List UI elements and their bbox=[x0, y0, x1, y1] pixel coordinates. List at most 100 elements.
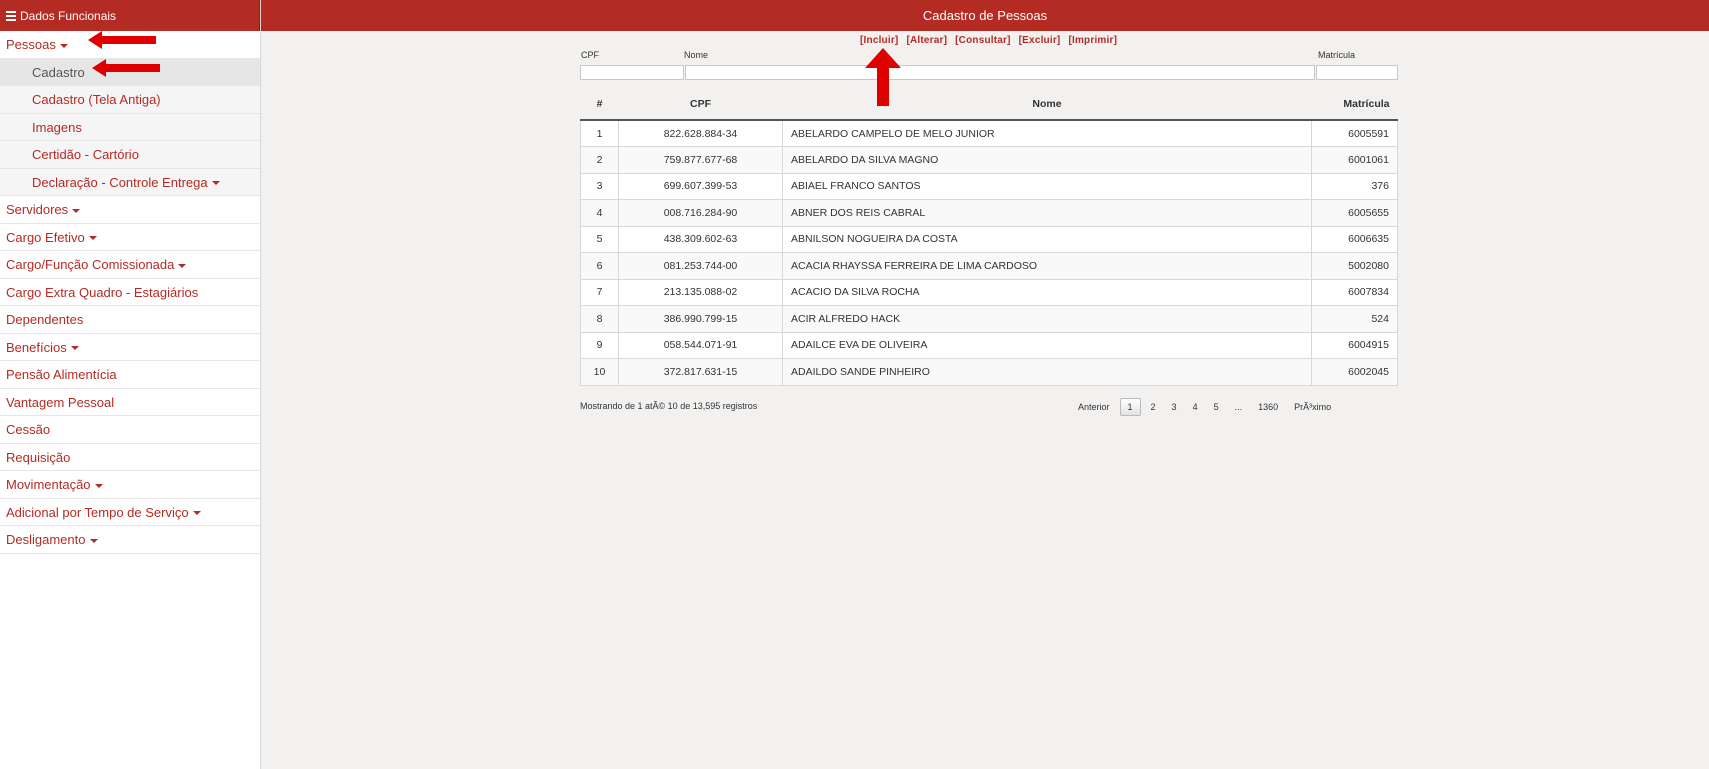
cell-num: 9 bbox=[580, 331, 619, 359]
cpf-filter-input[interactable] bbox=[580, 65, 684, 80]
cell-num: 2 bbox=[580, 146, 619, 174]
sidebar-item-11[interactable]: Benefícios bbox=[0, 334, 260, 361]
table-row[interactable]: 4 008.716.284-90 ABNER DOS REIS CABRAL 6005… bbox=[580, 199, 1398, 227]
page-ellipsis: ... bbox=[1234, 402, 1243, 412]
page-link[interactable]: 3 bbox=[1164, 402, 1185, 412]
cell-matricula: 6004915 bbox=[1311, 331, 1398, 359]
sidebar-item-label: Desligamento bbox=[6, 532, 86, 547]
cell-cpf: 008.716.284-90 bbox=[618, 199, 783, 227]
sidebar-item-16[interactable]: Movimentação bbox=[0, 471, 260, 499]
sidebar-item-label: Cadastro (Tela Antiga) bbox=[32, 92, 161, 107]
sidebar-item-6[interactable]: Servidores bbox=[0, 196, 260, 224]
sidebar-item-label: Cargo Extra Quadro - Estagiários bbox=[6, 284, 199, 300]
cell-num: 3 bbox=[580, 172, 619, 200]
nome-filter-input[interactable] bbox=[685, 65, 1315, 80]
cell-cpf: 438.309.602-63 bbox=[618, 225, 783, 253]
sidebar-header[interactable]: Dados Funcionais bbox=[0, 0, 260, 31]
sidebar-item-12[interactable]: Pensão Alimentícia bbox=[0, 361, 260, 389]
sidebar-item-8[interactable]: Cargo/Função Comissionada bbox=[0, 251, 260, 279]
cell-num: 10 bbox=[580, 358, 619, 386]
cell-nome: ACACIO DA SILVA ROCHA bbox=[782, 278, 1312, 306]
sidebar-item-label: Pensão Alimentícia bbox=[6, 367, 117, 382]
cell-cpf: 822.628.884-34 bbox=[618, 119, 783, 147]
sidebar-item-7[interactable]: Cargo Efetivo bbox=[0, 224, 260, 251]
caret-down-icon bbox=[192, 511, 201, 516]
cell-cpf: 386.990.799-15 bbox=[618, 305, 783, 333]
sidebar-item-14[interactable]: Cessão bbox=[0, 416, 260, 444]
table-row[interactable]: 8 386.990.799-15 ACIR ALFREDO HACK 524 bbox=[580, 305, 1398, 333]
alter-link[interactable]: [Alterar] bbox=[906, 35, 947, 46]
cell-cpf: 372.817.631-15 bbox=[618, 358, 783, 386]
sidebar-item-label: Servidores bbox=[6, 202, 69, 217]
pagination: Anterior 1 2 3 4 5... 1360 PrÃ³ximo bbox=[1070, 397, 1339, 417]
cell-matricula: 524 bbox=[1311, 305, 1398, 333]
cell-matricula: 376 bbox=[1311, 172, 1398, 200]
sidebar-item-18[interactable]: Desligamento bbox=[0, 526, 260, 554]
sidebar-item-5[interactable]: Declaração - Controle Entrega bbox=[0, 168, 260, 196]
matricula-filter-label: Matrícula bbox=[1318, 50, 1356, 60]
sidebar-item-10[interactable]: Dependentes bbox=[0, 306, 260, 334]
cell-matricula: 5002080 bbox=[1311, 252, 1398, 280]
sidebar-item-label: Imagens bbox=[32, 119, 82, 135]
table-row[interactable]: 1 822.628.884-34 ABELARDO CAMPELO DE MELO … bbox=[580, 119, 1398, 147]
table-row[interactable]: 3 699.607.399-53 ABIAEL FRANCO SANTOS 376 bbox=[580, 172, 1398, 200]
next-page-link[interactable]: PrÃ³ximo bbox=[1286, 402, 1339, 412]
cell-cpf: 058.544.071-91 bbox=[618, 331, 783, 359]
sidebar-menu: Pessoas Cadastro Cadastro (Tela Antiga) Ima… bbox=[0, 31, 260, 554]
col-header-cpf[interactable]: CPF bbox=[618, 89, 783, 121]
sidebar-item-label: Dependentes bbox=[6, 312, 84, 327]
page-link[interactable]: 1 bbox=[1119, 398, 1141, 416]
sidebar-item-2[interactable]: Cadastro (Tela Antiga) bbox=[0, 86, 260, 114]
cell-num: 7 bbox=[580, 278, 619, 306]
col-header-matricula[interactable]: Matrícula bbox=[1311, 89, 1398, 121]
caret-down-icon bbox=[89, 538, 98, 543]
cell-nome: ABIAEL FRANCO SANTOS bbox=[782, 172, 1312, 200]
print-link[interactable]: [Imprimir] bbox=[1068, 35, 1117, 46]
sidebar-item-17[interactable]: Adicional por Tempo de Serviço bbox=[0, 499, 260, 526]
sidebar-item-4[interactable]: Certidão - Cartório bbox=[0, 141, 260, 169]
cell-cpf: 699.607.399-53 bbox=[618, 172, 783, 200]
sidebar-item-label: Certidão - Cartório bbox=[32, 147, 139, 162]
cell-matricula: 6001061 bbox=[1311, 146, 1398, 174]
table-row[interactable]: 2 759.877.677-68 ABELARDO DA SILVA MAGNO 60… bbox=[580, 146, 1398, 174]
prev-page-link[interactable]: Anterior bbox=[1070, 402, 1118, 412]
sidebar-item-label: Cessão bbox=[6, 422, 51, 437]
cell-matricula: 6006635 bbox=[1311, 225, 1398, 253]
matricula-filter-input[interactable] bbox=[1316, 65, 1398, 80]
sidebar: Dados Funcionais Pessoas Cadastro Cadastro… bbox=[0, 0, 261, 769]
col-header-nome[interactable]: Nome bbox=[782, 89, 1312, 121]
page-link[interactable]: 1360 bbox=[1250, 402, 1286, 412]
table-row[interactable]: 10 372.817.631-15 ADAILDO SANDE PINHEIRO 60… bbox=[580, 358, 1398, 386]
cell-num: 4 bbox=[580, 199, 619, 227]
sidebar-item-15[interactable]: Requisição bbox=[0, 444, 260, 471]
cell-matricula: 6005591 bbox=[1311, 119, 1398, 147]
table-row[interactable]: 7 213.135.088-02 ACACIO DA SILVA ROCHA 6007… bbox=[580, 278, 1398, 306]
delete-link[interactable]: [Excluir] bbox=[1019, 35, 1061, 46]
table-row[interactable]: 6 081.253.744-00 ACACIA RHAYSSA FERREIRA D… bbox=[580, 252, 1398, 280]
page-links: 1 2 3 4 5... 1360 bbox=[1118, 398, 1287, 416]
page-link[interactable]: 5 bbox=[1206, 402, 1227, 412]
sidebar-item-label: Adicional por Tempo de Serviço bbox=[6, 504, 189, 520]
sidebar-item-label: Requisição bbox=[6, 449, 71, 465]
include-link[interactable]: [Incluir] bbox=[860, 35, 898, 46]
table-body: 1 822.628.884-34 ABELARDO CAMPELO DE MELO … bbox=[580, 119, 1398, 386]
table-row[interactable]: 9 058.544.071-91 ADAILCE EVA DE OLIVEIRA 60… bbox=[580, 331, 1398, 359]
page-link[interactable]: 4 bbox=[1185, 402, 1206, 412]
sidebar-item-9[interactable]: Cargo Extra Quadro - Estagiários bbox=[0, 279, 260, 306]
caret-down-icon bbox=[94, 483, 103, 488]
table-row[interactable]: 5 438.309.602-63 ABNILSON NOGUEIRA DA COST… bbox=[580, 225, 1398, 253]
page-link[interactable]: 2 bbox=[1143, 402, 1164, 412]
cell-nome: ACACIA RHAYSSA FERREIRA DE LIMA CARDOSO bbox=[782, 252, 1312, 280]
cell-matricula: 6005655 bbox=[1311, 199, 1398, 227]
sidebar-item-13[interactable]: Vantagem Pessoal bbox=[0, 389, 260, 416]
caret-down-icon bbox=[88, 236, 97, 241]
sidebar-item-label: Cadastro bbox=[32, 64, 85, 80]
people-table: # CPF Nome Matrícula 1 822.628.884-34 ABEL… bbox=[580, 89, 1398, 386]
col-header-num[interactable]: # bbox=[580, 89, 619, 121]
cell-cpf: 213.135.088-02 bbox=[618, 278, 783, 306]
cell-nome: ACIR ALFREDO HACK bbox=[782, 305, 1312, 333]
cpf-filter-label: CPF bbox=[581, 50, 599, 60]
sidebar-item-3[interactable]: Imagens bbox=[0, 113, 260, 141]
page-title: Cadastro de Pessoas bbox=[261, 0, 1709, 31]
consult-link[interactable]: [Consultar] bbox=[955, 35, 1011, 46]
